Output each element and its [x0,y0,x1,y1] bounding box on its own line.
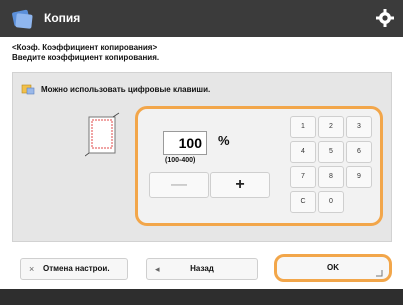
corner-mark-icon [376,270,383,277]
gear-icon[interactable] [375,8,395,28]
key-4[interactable]: 4 [290,141,316,163]
breadcrumb-line-2: Введите коэффициент копирования. [12,53,160,62]
keypad-hint-label: Можно использовать цифровые клавиши. [41,84,211,94]
key-7[interactable]: 7 [290,166,316,188]
keypad-hint-icon [21,84,35,95]
zoom-unit: % [218,133,230,148]
key-8[interactable]: 8 [318,166,344,188]
zoom-document-icon [85,112,120,157]
key-2[interactable]: 2 [318,116,344,138]
title-bar: Копия [0,0,403,37]
copy-app-icon [12,9,33,29]
instruction-text: <Коэф. Коэффициент копирования> Введите … [12,43,392,63]
cancel-settings-button[interactable]: × Отмена настрои. [20,258,128,280]
decrease-button[interactable]: — [149,172,209,198]
key-5[interactable]: 5 [318,141,344,163]
zoom-panel: Можно использовать цифровые клавиши. 100… [12,72,392,242]
key-3[interactable]: 3 [346,116,372,138]
increase-button[interactable]: + [210,172,270,198]
back-button[interactable]: ◂ Назад [146,258,258,280]
close-icon: × [29,264,35,274]
window-title: Копия [44,11,81,25]
key-0[interactable]: 0 [318,191,344,213]
zoom-value-field[interactable]: 100 [163,131,207,155]
status-bar [0,289,403,305]
keypad-hint: Можно использовать цифровые клавиши. [21,83,210,95]
breadcrumb-line-1: <Коэф. Коэффициент копирования> [12,43,158,52]
key-1[interactable]: 1 [290,116,316,138]
back-label: Назад [190,264,214,273]
ok-button[interactable]: OK [274,254,392,282]
ok-label: OK [327,263,339,272]
key-6[interactable]: 6 [346,141,372,163]
footer-bar: × Отмена настрои. ◂ Назад OK [0,253,403,285]
cancel-settings-label: Отмена настрои. [43,264,110,273]
numeric-entry-area: 100 % (100-400) — + 1 2 3 4 5 6 7 8 9 C … [135,106,383,226]
zoom-range: (100-400) [165,157,196,164]
key-clear[interactable]: C [290,191,316,213]
key-9[interactable]: 9 [346,166,372,188]
